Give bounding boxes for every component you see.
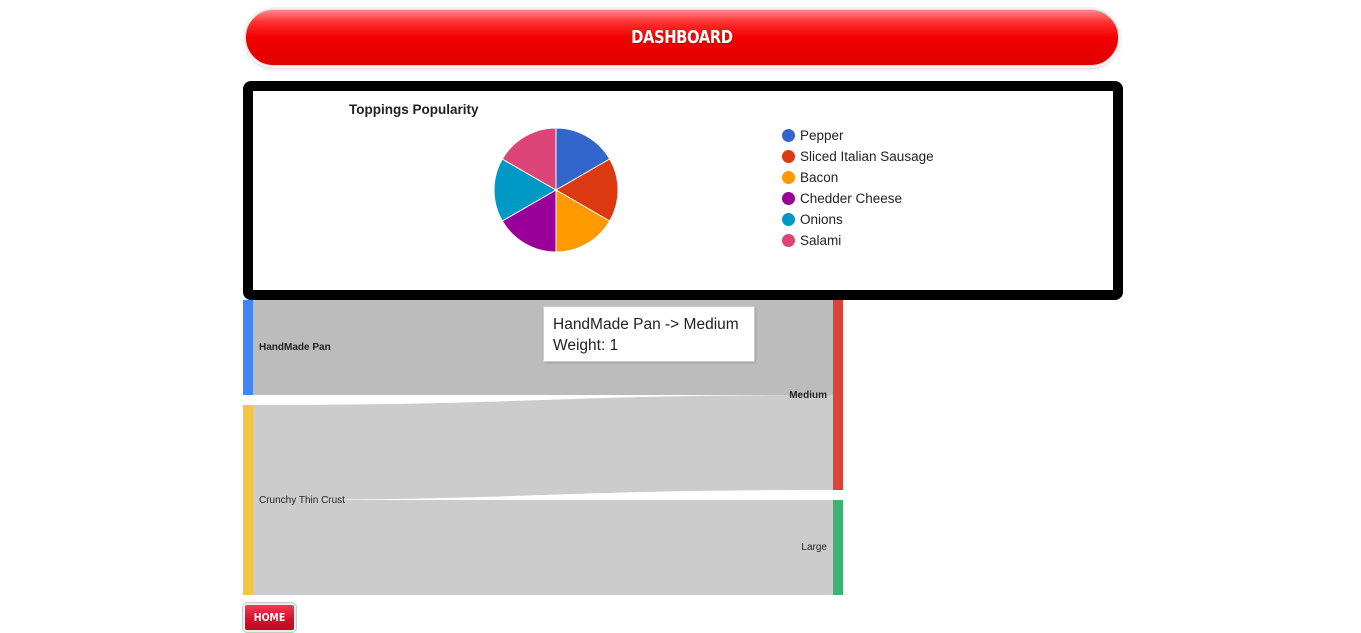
legend-item-chedder-cheese[interactable]: Chedder Cheese bbox=[782, 190, 902, 206]
home-button-label: HOME bbox=[253, 611, 286, 624]
sankey-node-handmade-pan[interactable] bbox=[243, 300, 253, 395]
legend-swatch bbox=[782, 128, 795, 142]
toppings-chart-card: Toppings Popularity Pepper Sliced Italian… bbox=[243, 81, 1123, 300]
tooltip-link: HandMade Pan -> Medium bbox=[553, 316, 739, 333]
home-button[interactable]: HOME bbox=[243, 603, 296, 632]
legend-swatch bbox=[782, 191, 795, 205]
legend-label: Bacon bbox=[800, 169, 839, 185]
sankey-label-large: Large bbox=[801, 542, 827, 553]
legend-swatch bbox=[782, 233, 795, 247]
sankey-node-crunchy-thin-crust[interactable] bbox=[243, 405, 253, 595]
legend-item-salami[interactable]: Salami bbox=[782, 232, 841, 248]
legend-item-bacon[interactable]: Bacon bbox=[782, 169, 838, 185]
legend-item-onions[interactable]: Onions bbox=[782, 211, 843, 227]
sankey-label-medium: Medium bbox=[789, 390, 827, 401]
legend-label: Salami bbox=[800, 232, 842, 248]
sankey-node-medium[interactable] bbox=[833, 300, 843, 490]
dashboard-header: DASHBOARD bbox=[245, 9, 1119, 66]
legend-item-pepper[interactable]: Pepper bbox=[782, 127, 844, 143]
page-title: DASHBOARD bbox=[631, 27, 733, 48]
legend-swatch bbox=[782, 149, 795, 163]
legend-item-sliced-italian-sausage[interactable]: Sliced Italian Sausage bbox=[782, 148, 934, 164]
legend-swatch bbox=[782, 212, 795, 226]
sankey-link-crunchy-medium[interactable] bbox=[253, 395, 833, 500]
pie-chart bbox=[493, 127, 619, 253]
sankey-node-large[interactable] bbox=[833, 500, 843, 595]
tooltip-weight: Weight: 1 bbox=[553, 337, 619, 354]
legend-label: Sliced Italian Sausage bbox=[800, 148, 934, 164]
legend-label: Pepper bbox=[800, 127, 844, 143]
sankey-link-crunchy-large[interactable] bbox=[253, 500, 833, 595]
legend-swatch bbox=[782, 170, 795, 184]
legend-label: Onions bbox=[800, 211, 843, 227]
legend-label: Chedder Cheese bbox=[800, 190, 903, 206]
sankey-label-handmade-pan: HandMade Pan bbox=[259, 342, 331, 353]
sankey-label-crunchy-thin-crust: Crunchy Thin Crust bbox=[259, 495, 345, 506]
sankey-tooltip: HandMade Pan -> Medium Weight: 1 bbox=[543, 306, 755, 362]
